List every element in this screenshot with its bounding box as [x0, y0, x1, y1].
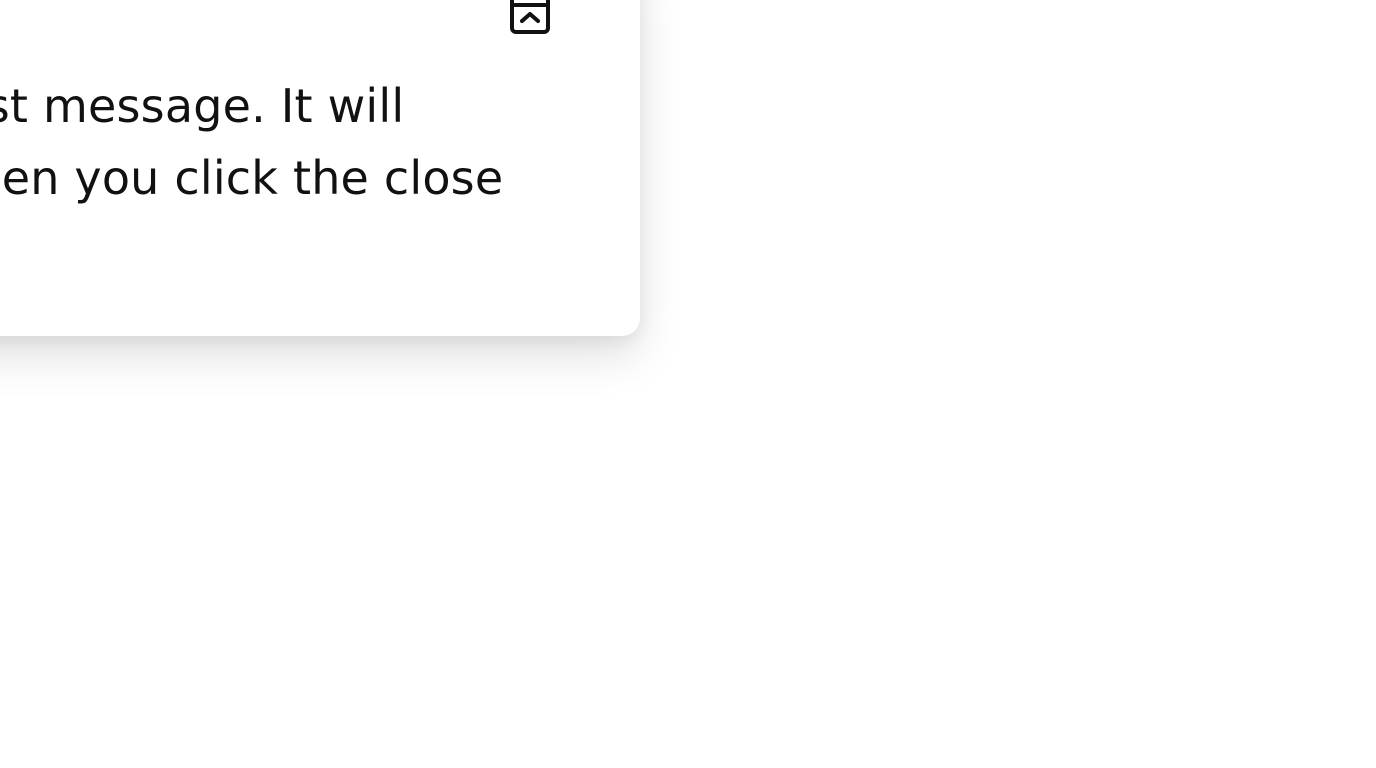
toast-message: This is a toast message. It will disappe… [0, 70, 650, 214]
page-canvas: This is a toast message. It will disappe… [0, 0, 1376, 768]
toast-message-line: This is a toast message. It will [0, 79, 405, 133]
collapse-button[interactable] [508, 0, 552, 36]
collapse-panel-up-icon [508, 0, 552, 36]
toast-message-line: disappear when you click the close [0, 151, 504, 205]
toast-notification: This is a toast message. It will disappe… [0, 0, 640, 336]
